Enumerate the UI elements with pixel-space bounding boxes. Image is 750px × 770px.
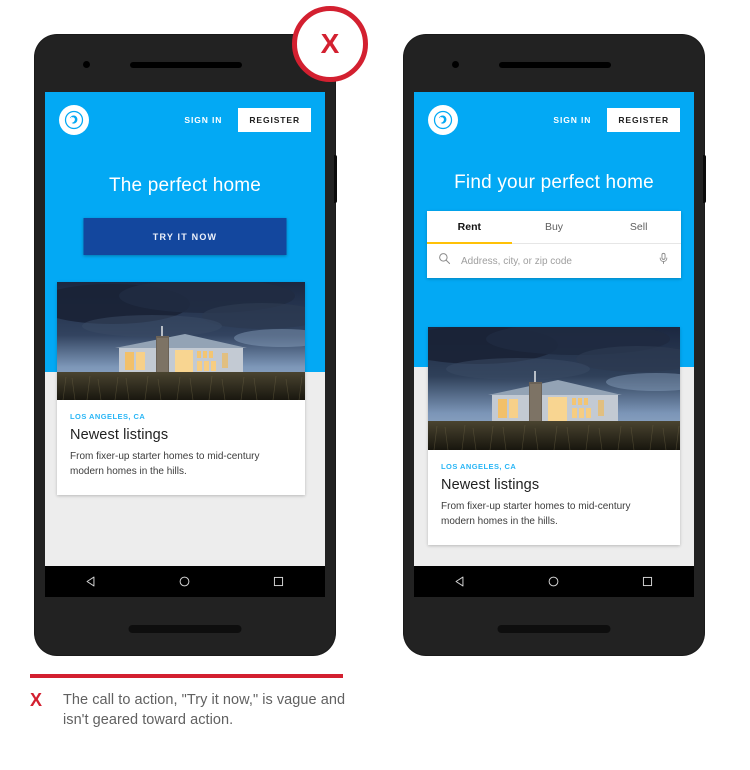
app-bar: SIGN IN REGISTER <box>45 92 325 148</box>
listing-photo <box>57 282 305 400</box>
app-bar: SIGN IN REGISTER <box>414 92 694 148</box>
hero-title-bad: The perfect home <box>108 175 262 196</box>
microphone-icon[interactable] <box>657 252 670 270</box>
front-camera-icon <box>452 61 459 68</box>
search-input[interactable]: Address, city, or zip code <box>461 256 657 267</box>
circle-home-icon[interactable] <box>547 575 560 588</box>
bad-caption: X The call to action, "Try it now," is v… <box>30 690 350 730</box>
square-recents-icon[interactable] <box>272 575 285 588</box>
circle-home-icon[interactable] <box>178 575 191 588</box>
bad-caption-text: The call to action, "Try it now," is vag… <box>63 692 346 728</box>
phone-device-good: SIGN IN REGISTER Find your perfect home … <box>404 35 706 655</box>
listing-location: LOS ANGELES, CA <box>70 412 146 421</box>
earpiece-speaker <box>499 62 611 68</box>
tab-sell[interactable]: Sell <box>596 211 681 243</box>
phone-top-bezel <box>35 35 335 92</box>
listing-description: From fixer-up starter homes to mid-centu… <box>70 451 260 477</box>
badge-x-symbol: X <box>320 28 340 59</box>
listing-description: From fixer-up starter homes to mid-centu… <box>441 501 631 527</box>
sign-in-button[interactable]: SIGN IN <box>184 115 222 125</box>
android-nav-bar <box>45 566 325 597</box>
power-button[interactable] <box>334 155 337 203</box>
sign-in-button[interactable]: SIGN IN <box>553 115 591 125</box>
search-tabs: Rent Buy Sell <box>427 211 681 244</box>
bad-example-panel: SIGN IN REGISTER The perfect home TRY IT… <box>0 0 375 770</box>
phone-device-bad: SIGN IN REGISTER The perfect home TRY IT… <box>35 35 337 655</box>
hero-title-good: Find your perfect home <box>454 172 654 193</box>
listing-photo <box>428 327 680 450</box>
earpiece-speaker <box>130 62 242 68</box>
search-input-row[interactable]: Address, city, or zip code <box>427 244 681 278</box>
comparison-figure: SIGN IN REGISTER The perfect home TRY IT… <box>0 0 750 770</box>
search-widget: Rent Buy Sell Address, city, or zip code <box>427 211 681 278</box>
register-button[interactable]: REGISTER <box>238 107 311 133</box>
phone-screen-bad: SIGN IN REGISTER The perfect home TRY IT… <box>45 92 325 597</box>
listing-card-body: LOS ANGELES, CA Newest listings From fix… <box>428 450 680 545</box>
magnifier-icon <box>438 252 451 270</box>
listing-title: Newest listings <box>70 427 169 443</box>
triangle-back-icon[interactable] <box>85 575 98 588</box>
square-recents-icon[interactable] <box>641 575 654 588</box>
caption-x-symbol: X <box>30 690 43 710</box>
listing-card[interactable]: LOS ANGELES, CA Newest listings From fix… <box>428 327 680 545</box>
tab-buy[interactable]: Buy <box>512 211 597 243</box>
listing-card-body: LOS ANGELES, CA Newest listings From fix… <box>57 400 305 495</box>
listing-card[interactable]: LOS ANGELES, CA Newest listings From fix… <box>57 282 305 495</box>
good-example-panel: SIGN IN REGISTER Find your perfect home … <box>375 0 750 770</box>
power-button[interactable] <box>703 155 706 203</box>
listing-location: LOS ANGELES, CA <box>441 462 517 471</box>
bird-logo-icon[interactable] <box>428 105 458 135</box>
triangle-back-icon[interactable] <box>454 575 467 588</box>
front-camera-icon <box>83 61 90 68</box>
caption-x-icon: X <box>30 690 63 711</box>
phone-bottom-bezel <box>128 625 242 633</box>
phone-top-bezel-good <box>404 35 704 92</box>
bad-divider-rule <box>30 674 343 678</box>
phone-screen-good: SIGN IN REGISTER Find your perfect home … <box>414 92 694 597</box>
android-nav-bar <box>414 566 694 597</box>
register-button[interactable]: REGISTER <box>607 107 680 133</box>
listing-title: Newest listings <box>441 477 540 493</box>
x-mark-icon: X <box>292 6 368 82</box>
bird-logo-icon[interactable] <box>59 105 89 135</box>
active-tab-underline <box>427 242 512 244</box>
tab-rent[interactable]: Rent <box>427 211 512 243</box>
try-it-now-button[interactable]: TRY IT NOW <box>83 218 287 255</box>
phone-bottom-bezel <box>497 625 611 633</box>
